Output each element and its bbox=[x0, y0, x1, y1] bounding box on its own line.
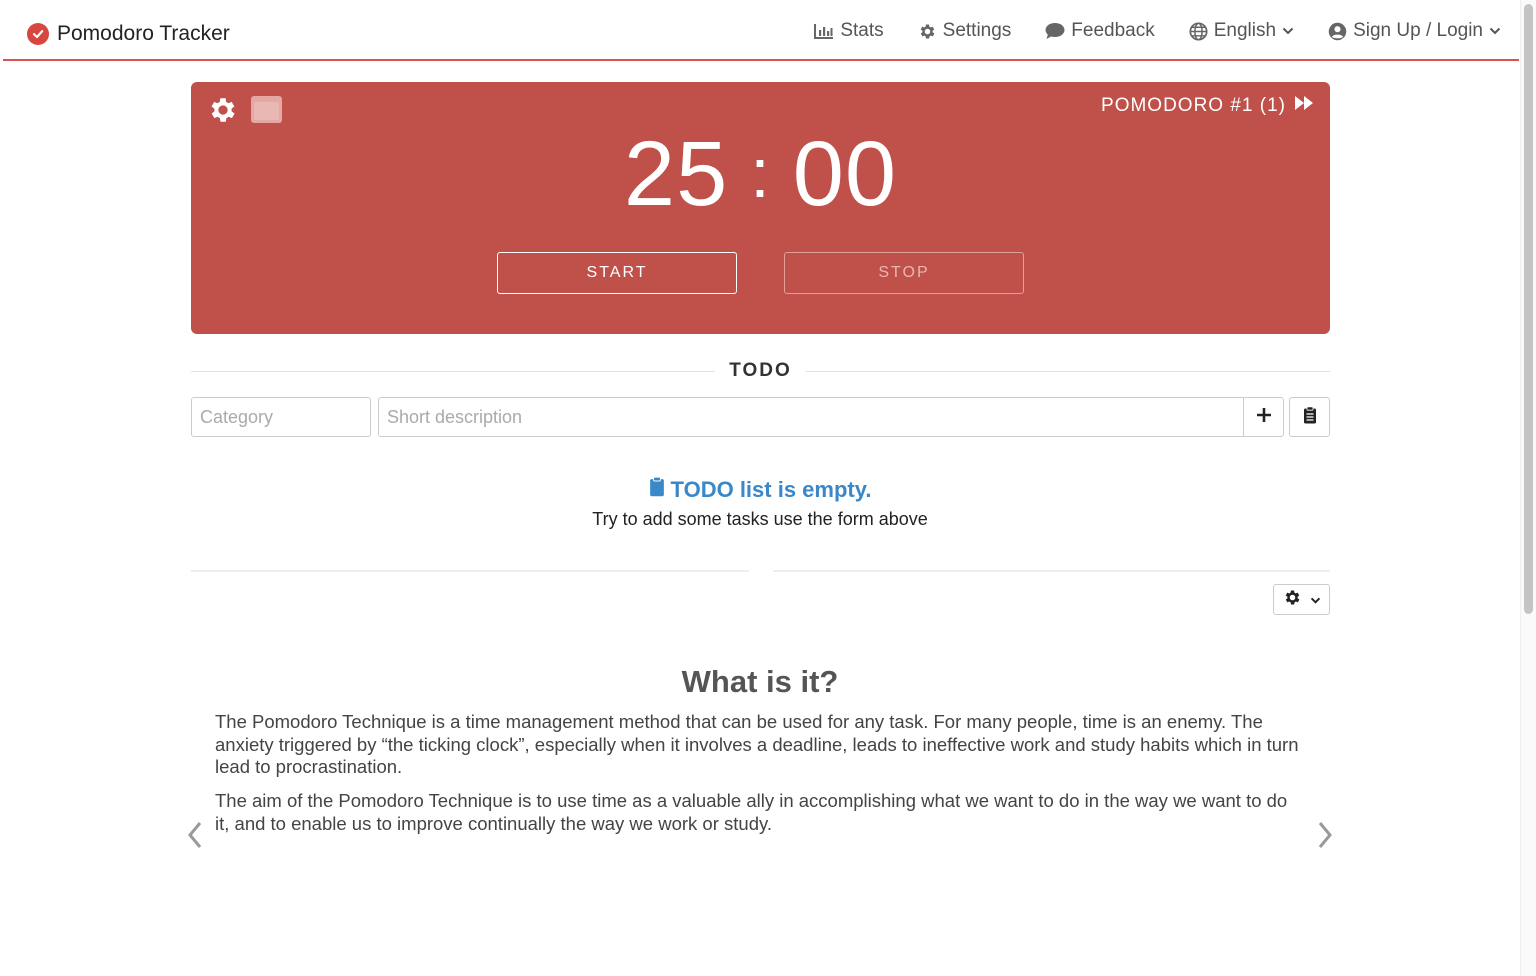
add-task-button[interactable] bbox=[1243, 397, 1284, 437]
divider bbox=[805, 370, 1331, 372]
description-input[interactable] bbox=[378, 397, 1244, 437]
nav-language-label: English bbox=[1213, 20, 1277, 41]
divider bbox=[773, 570, 1330, 572]
nav-feedback-label: Feedback bbox=[1071, 20, 1155, 41]
nav-links: Stats Settings Feedback English Sign Up … bbox=[814, 20, 1501, 42]
chevron-right-icon[interactable] bbox=[1315, 820, 1335, 855]
chevron-down-icon bbox=[1489, 27, 1501, 35]
nav-account-label: Sign Up / Login bbox=[1353, 20, 1483, 41]
chevron-down-icon bbox=[1310, 591, 1321, 609]
timer-separator: : bbox=[750, 134, 771, 212]
speech-bubble-icon bbox=[1045, 22, 1065, 40]
start-button[interactable]: START bbox=[497, 252, 737, 294]
info-paragraph: The Pomodoro Technique is a time managem… bbox=[215, 711, 1299, 777]
bar-chart-icon bbox=[814, 23, 834, 39]
window-icon[interactable] bbox=[251, 96, 282, 123]
todo-empty-title: TODO list is empty. bbox=[0, 476, 1520, 503]
nav-stats-label: Stats bbox=[840, 20, 884, 41]
gear-icon bbox=[1283, 588, 1302, 612]
timer-panel: POMODORO #1 (1) 25:00 START STOP bbox=[191, 82, 1330, 334]
pomodoro-counter[interactable]: POMODORO #1 (1) bbox=[1101, 95, 1314, 117]
timer-minutes: 25 bbox=[623, 123, 729, 225]
gear-icon bbox=[918, 22, 937, 41]
todo-empty-subtitle: Try to add some tasks use the form above bbox=[592, 509, 928, 529]
scrollbar-thumb[interactable] bbox=[1524, 4, 1533, 614]
clipboard-button[interactable] bbox=[1289, 397, 1330, 437]
nav-stats[interactable]: Stats bbox=[814, 20, 884, 42]
clipboard-icon bbox=[1303, 405, 1317, 429]
chevron-left-icon[interactable] bbox=[185, 820, 205, 855]
chevron-down-icon bbox=[1282, 27, 1294, 35]
todo-settings-dropdown[interactable] bbox=[1273, 584, 1330, 615]
nav-account[interactable]: Sign Up / Login bbox=[1328, 20, 1501, 42]
globe-icon bbox=[1189, 21, 1208, 41]
top-navbar: Pomodoro Tracker Stats Settings Feedback… bbox=[3, 0, 1519, 61]
pomodoro-label: POMODORO #1 (1) bbox=[1101, 95, 1286, 116]
nav-settings[interactable]: Settings bbox=[918, 20, 1012, 42]
stop-button[interactable]: STOP bbox=[784, 252, 1024, 294]
fast-forward-icon[interactable] bbox=[1294, 95, 1314, 117]
scrollbar[interactable] bbox=[1520, 0, 1536, 976]
category-input[interactable] bbox=[191, 397, 371, 437]
user-circle-icon bbox=[1328, 22, 1347, 41]
divider bbox=[191, 370, 716, 372]
timer-display: 25:00 bbox=[191, 123, 1330, 225]
plus-icon bbox=[1256, 407, 1272, 428]
divider bbox=[191, 570, 749, 572]
timer-seconds: 00 bbox=[792, 123, 898, 225]
check-circle-icon bbox=[27, 23, 49, 45]
clipboard-icon bbox=[649, 476, 665, 503]
nav-feedback[interactable]: Feedback bbox=[1045, 20, 1155, 42]
todo-header: TODO bbox=[191, 356, 1331, 386]
todo-empty-text: TODO list is empty. bbox=[670, 476, 872, 502]
nav-language[interactable]: English bbox=[1189, 20, 1294, 42]
info-paragraph: The aim of the Pomodoro Technique is to … bbox=[215, 790, 1288, 834]
app-title: Pomodoro Tracker bbox=[57, 22, 230, 45]
info-title: What is it? bbox=[681, 664, 839, 699]
brand[interactable]: Pomodoro Tracker bbox=[27, 22, 230, 46]
todo-heading: TODO bbox=[729, 360, 792, 381]
nav-settings-label: Settings bbox=[942, 20, 1012, 41]
